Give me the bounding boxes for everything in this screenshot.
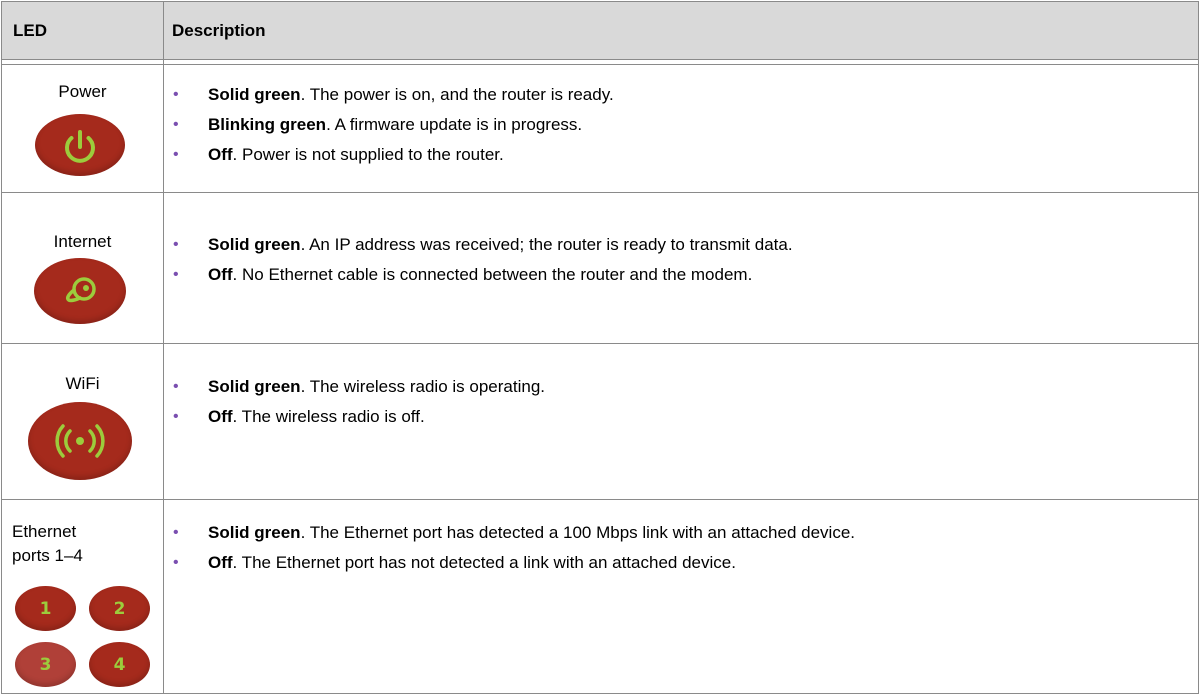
port-number: 4	[113, 654, 126, 675]
list-item: • Blinking green. A firmware update is in…	[172, 110, 614, 140]
bullet-icon: •	[173, 236, 179, 253]
table-header: LED Description	[2, 2, 1198, 59]
ethernet-description-list: • Solid green. The Ethernet port has dete…	[172, 518, 855, 578]
port-number: 3	[39, 654, 52, 675]
row-divider	[2, 343, 1198, 344]
list-item: • Solid green. The power is on, and the r…	[172, 80, 614, 110]
power-icon	[65, 130, 95, 163]
header-divider	[2, 59, 1198, 60]
column-divider	[163, 2, 164, 693]
wifi-radio-icon	[55, 424, 105, 458]
ethernet-port-3-led: 3	[15, 642, 76, 687]
header-divider-double	[2, 64, 1198, 65]
bullet-icon: •	[173, 524, 179, 541]
header-description: Description	[172, 21, 266, 40]
internet-led	[34, 258, 126, 324]
list-item: • Off. The wireless radio is off.	[172, 402, 545, 432]
list-item: • Solid green. The Ethernet port has dete…	[172, 518, 855, 548]
led-label-wifi: WiFi	[65, 374, 100, 393]
bullet-icon: •	[173, 116, 179, 133]
led-label-internet: Internet	[53, 232, 112, 251]
port-number: 1	[39, 598, 52, 619]
bullet-icon: •	[173, 146, 179, 163]
led-label-ethernet: Ethernet ports 1–4	[12, 520, 173, 568]
list-item: • Solid green. The wireless radio is oper…	[172, 372, 545, 402]
internet-description-list: • Solid green. An IP address was received…	[172, 230, 793, 290]
bullet-icon: •	[173, 408, 179, 425]
row-divider	[2, 499, 1198, 500]
power-description-list: • Solid green. The power is on, and the r…	[172, 80, 614, 170]
internet-globe-icon	[66, 277, 96, 303]
row-divider	[2, 192, 1198, 193]
list-item: • Off. Power is not supplied to the route…	[172, 140, 614, 170]
header-led: LED	[13, 21, 47, 40]
bullet-icon: •	[173, 266, 179, 283]
list-item: • Off. No Ethernet cable is connected bet…	[172, 260, 793, 290]
wifi-led	[28, 402, 132, 480]
list-item: • Off. The Ethernet port has not detected…	[172, 548, 855, 578]
ethernet-port-4-led: 4	[89, 642, 150, 687]
led-table: LED Description Power • Solid green. The …	[1, 1, 1199, 694]
bullet-icon: •	[173, 86, 179, 103]
ethernet-port-2-led: 2	[89, 586, 150, 631]
wifi-description-list: • Solid green. The wireless radio is oper…	[172, 372, 545, 432]
power-led	[35, 114, 125, 176]
led-label-power: Power	[58, 82, 107, 101]
led-label-ethernet-line1: Ethernet	[12, 522, 77, 541]
bullet-icon: •	[173, 554, 179, 571]
list-item: • Solid green. An IP address was received…	[172, 230, 793, 260]
bullet-icon: •	[173, 378, 179, 395]
ethernet-port-1-led: 1	[15, 586, 76, 631]
led-label-ethernet-line2: ports 1–4	[12, 546, 83, 565]
port-number: 2	[113, 598, 126, 619]
